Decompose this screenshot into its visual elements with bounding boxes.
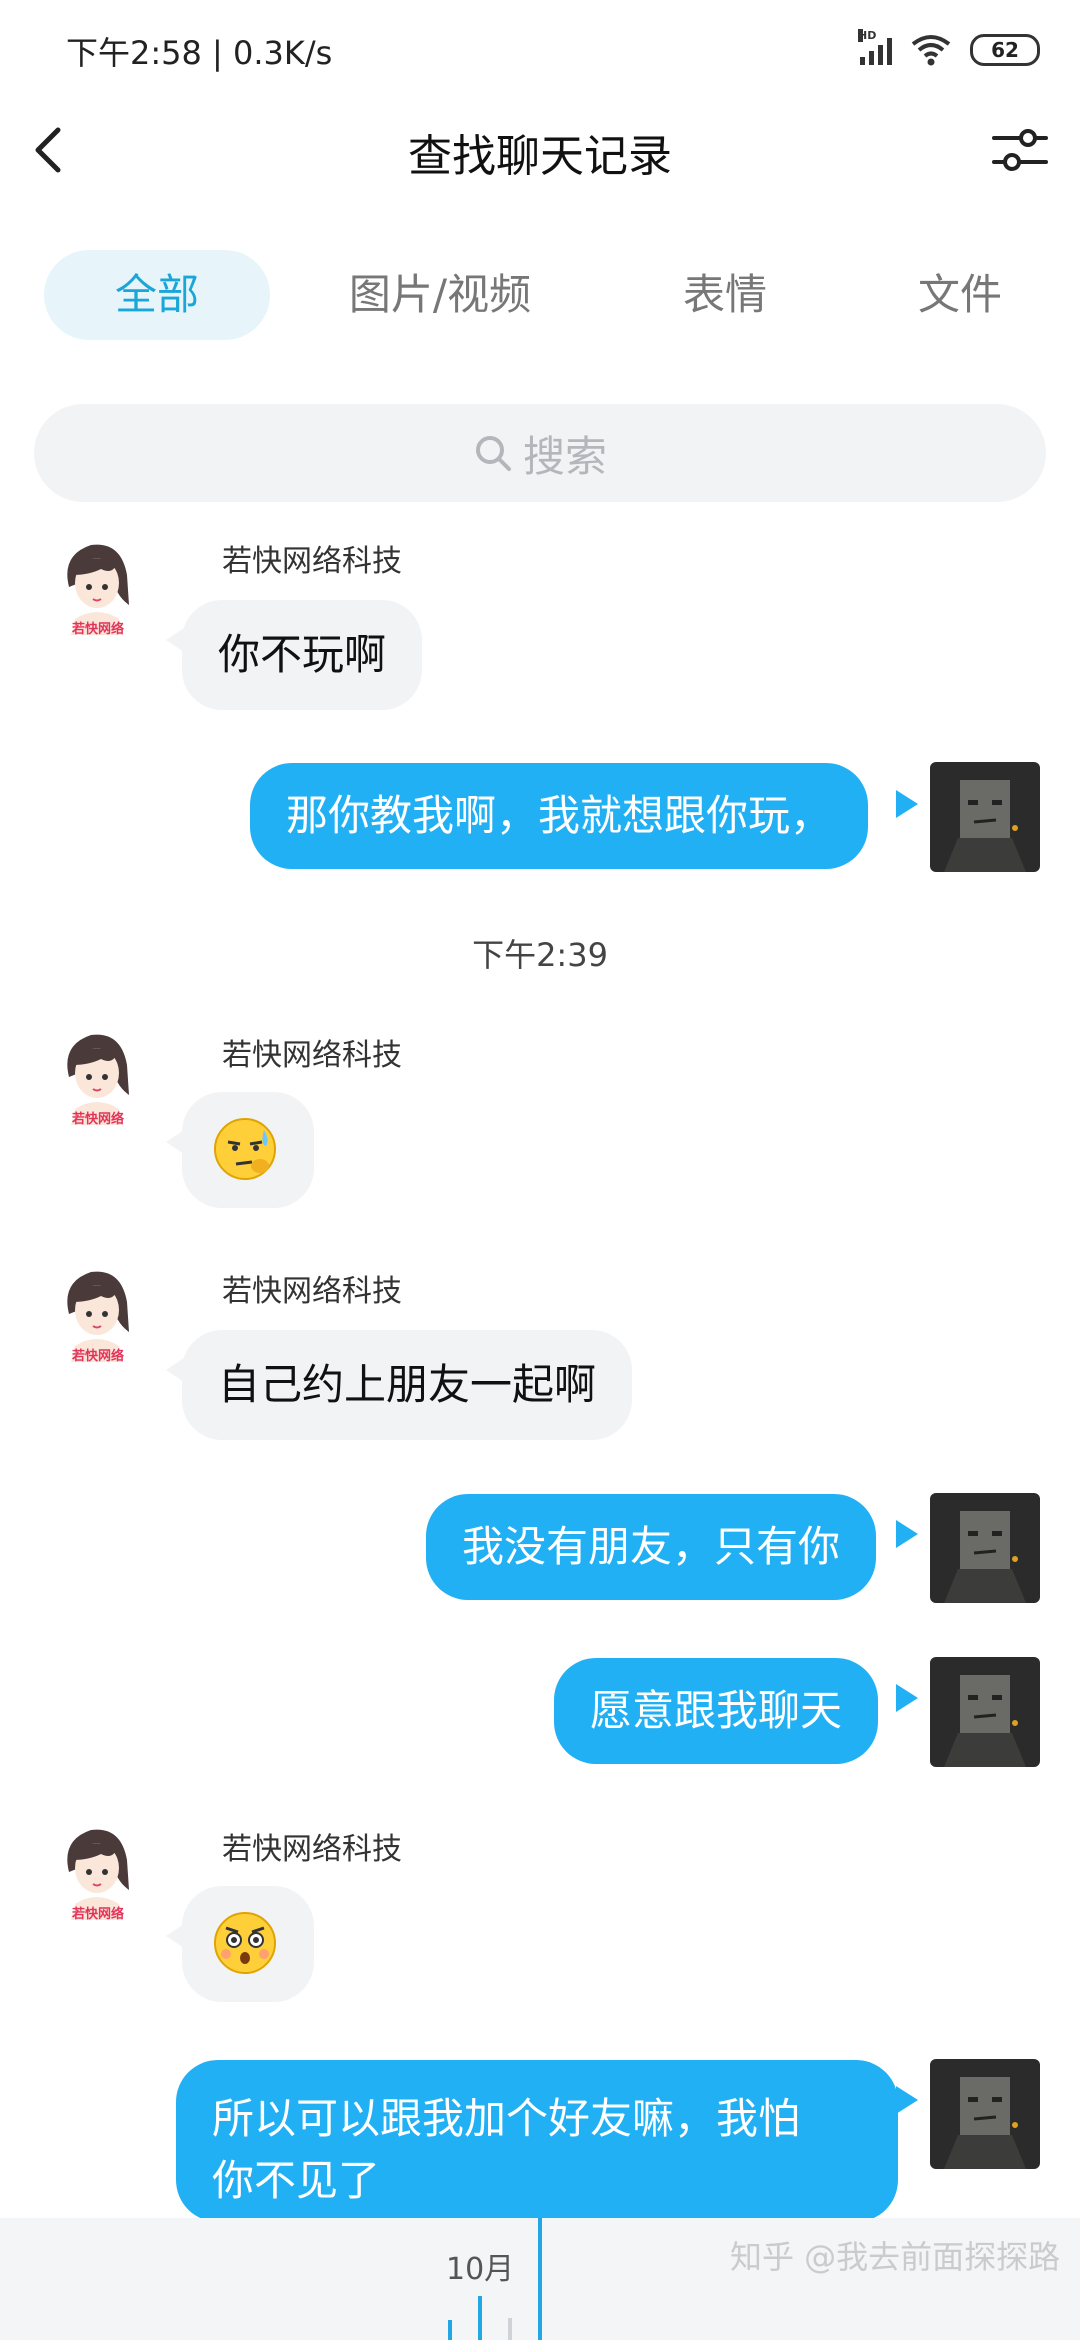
bubble-tail	[896, 2086, 918, 2114]
sender-name: 若快网络科技	[222, 1832, 402, 1867]
timeline-month-label: 10月	[446, 2252, 515, 2287]
sender-name: 若快网络科技	[222, 544, 402, 579]
shocked-emoji-icon	[214, 1912, 276, 1974]
avatar-caption: 若快网络	[71, 621, 124, 637]
avatar-self[interactable]	[930, 762, 1040, 872]
timeline-bar	[508, 2318, 512, 2340]
message-line: 所以可以跟我加个好友嘛，我怕	[212, 2094, 801, 2143]
status-icons: HD 62	[858, 29, 1040, 70]
tab-all[interactable]: 全部	[44, 250, 270, 340]
bubble-tail	[896, 1684, 918, 1712]
avatar-caption: 若快网络	[71, 1348, 124, 1364]
avatar-self[interactable]	[930, 2059, 1040, 2169]
avatar-self[interactable]	[930, 1657, 1040, 1767]
message-bubble-incoming-sticker[interactable]	[182, 1092, 314, 1208]
timeline-bar	[448, 2320, 452, 2340]
watermark: 知乎 @我去前面探探路	[730, 2238, 1061, 2276]
status-time-speed: 下午2:58 | 0.3K/s	[66, 34, 333, 72]
timeline-bar	[478, 2296, 482, 2340]
sender-name: 若快网络科技	[222, 1038, 402, 1073]
bubble-tail	[896, 1520, 918, 1548]
message-timestamp: 下午2:39	[472, 936, 608, 974]
message-line: 你不见了	[212, 2156, 381, 2205]
sender-name: 若快网络科技	[222, 1274, 402, 1309]
header: 查找聊天记录	[0, 100, 1080, 200]
message-bubble-incoming-sticker[interactable]	[182, 1886, 314, 2002]
filter-settings-icon[interactable]	[988, 118, 1052, 182]
message-bubble-outgoing[interactable]: 愿意跟我聊天	[554, 1658, 879, 1764]
sweat-emoji-icon	[214, 1118, 276, 1180]
filter-tabs: 全部 图片/视频 表情 文件	[0, 250, 1080, 340]
avatar-contact[interactable]: 若快网络	[55, 1820, 141, 1930]
avatar-caption: 若快网络	[71, 1906, 124, 1922]
avatar-contact[interactable]: 若快网络	[55, 1262, 141, 1372]
hd-badge: HD	[858, 29, 877, 42]
battery-indicator: 62	[970, 34, 1040, 66]
status-bar: 下午2:58 | 0.3K/s HD 62	[0, 0, 1080, 100]
search-icon	[475, 436, 511, 471]
message-bubble-incoming[interactable]: 你不玩啊	[182, 600, 423, 710]
tab-stickers[interactable]: 表情	[640, 250, 810, 340]
search-input[interactable]: 搜索	[34, 404, 1046, 502]
wifi-icon	[911, 35, 951, 66]
search-placeholder: 搜索	[522, 431, 607, 481]
message-bubble-outgoing[interactable]: 那你教我啊，我就想跟你玩，	[250, 763, 869, 869]
message-bubble-incoming[interactable]: 自己约上朋友一起啊	[182, 1330, 633, 1440]
bubble-tail	[896, 790, 918, 818]
message-bubble-outgoing-multiline[interactable]: 所以可以跟我加个好友嘛，我怕 你不见了	[176, 2060, 898, 2222]
timeline-cursor[interactable]	[538, 2218, 542, 2340]
tab-files[interactable]: 文件	[875, 250, 1045, 340]
tab-images-videos[interactable]: 图片/视频	[330, 250, 550, 340]
avatar-contact[interactable]: 若快网络	[55, 1025, 141, 1135]
message-bubble-outgoing[interactable]: 我没有朋友，只有你	[426, 1494, 877, 1600]
avatar-contact[interactable]: 若快网络	[55, 535, 141, 645]
signal-icon: HD	[858, 29, 892, 65]
avatar-caption: 若快网络	[71, 1111, 124, 1127]
page-title: 查找聊天记录	[408, 131, 672, 182]
avatar-self[interactable]	[930, 1493, 1040, 1603]
